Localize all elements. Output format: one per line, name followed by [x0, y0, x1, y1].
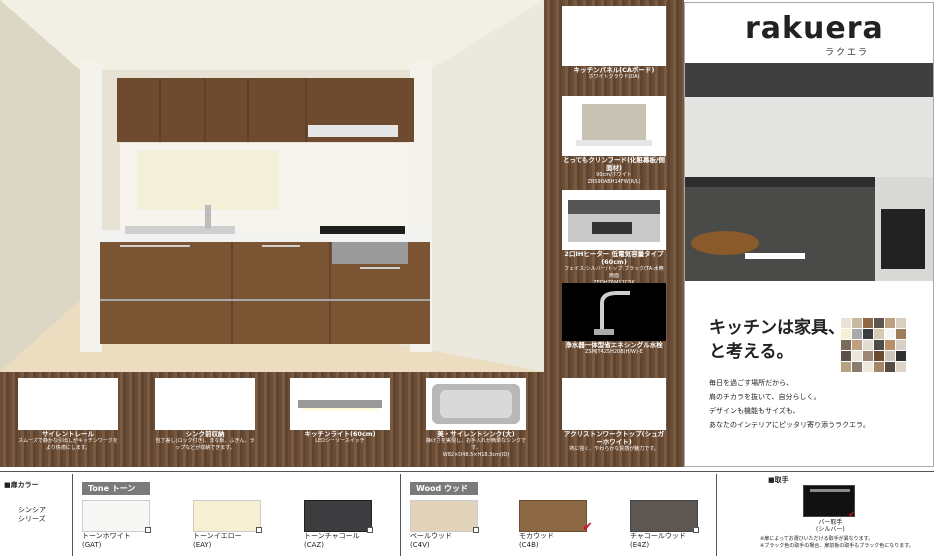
panel-image [562, 6, 666, 66]
divider [716, 474, 717, 556]
brand-body-line: デザインも機能もサイズも、 [709, 407, 800, 415]
panel-title: キッチンパネル(CAボード) [573, 66, 655, 74]
light-illustration [298, 400, 382, 411]
panel-image [155, 378, 255, 430]
feature-panel-silent-sink: 美・サイレントシンク(大) 静けさを実現し、お手入れが簡単なシンクです。 W82… [426, 378, 526, 459]
panel-sub: 静けさを実現し、お手入れが簡単なシンクです。 W82×D48.5×H18.3cm… [426, 438, 527, 458]
selected-check-icon: ✔ [582, 520, 593, 535]
panel-image [426, 378, 526, 430]
kitchen-render [0, 0, 544, 372]
kitchen-illustration [0, 0, 544, 372]
panel-title: キッチンライト(60cm) [304, 430, 376, 438]
feature-panel-kitchen-light: キッチンライト(60cm) LEDシーソースイッチ [290, 378, 390, 445]
panel-title: とってもクリンフード(化粧幕板/側面材) [563, 156, 665, 172]
divider [400, 474, 401, 556]
panel-sub: LEDシーソースイッチ [315, 438, 365, 444]
swatch-chip [630, 500, 698, 532]
swatch-checkbox[interactable] [473, 527, 479, 533]
panel-title: 浄水器一体型省エネシングル水栓 [565, 341, 663, 349]
panel-sub: 熱に強く、やわらかな質感が魅力です。 [569, 446, 659, 452]
swatch-pale-wood[interactable]: ペールウッド (C4V) [410, 500, 478, 550]
panel-title: 2口IHヒーター 低電気容量タイプ(60cm) [564, 250, 664, 266]
brand-logo: rakuera [745, 11, 884, 46]
swatch-chip [193, 500, 261, 532]
brand-body-line: 毎日を過ごす場所だから、 [709, 379, 794, 387]
wood-group-header: Wood ウッド [410, 482, 478, 495]
handle-note: ※扉によってお選びいただける取手が異なります。 [760, 536, 874, 542]
swatch-tone-charcoal[interactable]: トーンチャコール (CAZ) [304, 500, 372, 550]
handle-label: ■取手 [768, 476, 789, 484]
panel-sub: 包丁差し(ロック付き)、まな板、ふきん、ラップなどが収納できます。 [155, 438, 255, 451]
swatch-code: (CAZ) [304, 541, 324, 549]
panel-image [562, 190, 666, 250]
door-color-label: ■扉カラー [4, 481, 39, 489]
swatch-name: ペールウッド [410, 532, 452, 540]
panel-image [562, 283, 666, 341]
feature-panel-sink-storage: シンク前収納 包丁差し(ロック付き)、まな板、ふきん、ラップなどが収納できます。 [155, 378, 255, 452]
panel-image [18, 378, 118, 430]
swatch-tone-white[interactable]: トーンホワイト (GAT) [82, 500, 150, 550]
color-grid-illustration [841, 318, 906, 372]
swatch-code: (E4Z) [630, 541, 650, 549]
swatch-mocha-wood[interactable]: モカウッド (C4B) [519, 500, 587, 550]
swatch-name: トーンホワイト [82, 532, 131, 540]
swatch-checkbox[interactable] [367, 527, 373, 533]
color-swatch-grid [841, 318, 907, 374]
panel-title: サイレントレール [42, 430, 94, 438]
swatch-chip [519, 500, 587, 532]
swatch-name: トーンチャコール [304, 532, 360, 540]
feature-panel-worktop: アクリストンワークトップ(シュガーホワイト) 熱に強く、やわらかな質感が魅力です… [562, 378, 666, 453]
brand-tagline-2: と考える。 [709, 342, 794, 362]
swatch-name: モカウッド [519, 532, 554, 540]
lifestyle-photo [685, 63, 933, 281]
feature-panel-silent-rail: サイレントレール スムーズで静かな引出しがキッチンワークをより快適にします。 [18, 378, 118, 452]
panel-title: アクリストンワークトップ(シュガーホワイト) [563, 430, 665, 446]
feature-panel-ih-heater: 2口IHヒーター 低電気容量タイプ(60cm) フェイス:シルバー/トップ:ブラ… [562, 190, 666, 287]
swatch-code: (C4V) [410, 541, 430, 549]
swatch-chip [82, 500, 150, 532]
door-color-table: ■扉カラー シンシア シリーズ Tone トーン Wood ウッド トーンホワイ… [0, 471, 934, 556]
brand-body-line: 肩のチカラを抜いて、自分らしく。 [709, 393, 821, 401]
brand-body-line: あなたのインテリアにピッタリ寄り添うラクエラ。 [709, 421, 870, 429]
brand-tagline-1: キッチンは家具、 [709, 318, 845, 338]
swatch-name: チャコールウッド [630, 532, 686, 540]
swatch-chip [410, 500, 478, 532]
panel-sub: スムーズで静かな引出しがキッチンワークをより快適にします。 [18, 438, 118, 451]
panel-image [562, 378, 666, 430]
ih-heater-illustration [568, 200, 660, 242]
swatch-tone-yellow[interactable]: トーンイエロー (EAY) [193, 500, 261, 550]
panel-image [562, 96, 666, 156]
handle-note: ※ブラック色の取手の場合、扉前板の取手もブラック色になります。 [760, 543, 914, 549]
divider [72, 474, 73, 556]
handle-selected-icon: ✔ [848, 510, 856, 520]
swatch-chip [304, 500, 372, 532]
panel-image [290, 378, 390, 430]
sink-illustration [432, 384, 520, 424]
swatch-charcoal-wood[interactable]: チャコールウッド (E4Z) [630, 500, 698, 550]
swatch-checkbox[interactable] [145, 527, 151, 533]
feature-panel-faucet: 浄水器一体型省エネシングル水栓 ZSMJT425H20B(H/W)-E [562, 283, 666, 356]
hood-illustration [576, 104, 652, 146]
swatch-name: トーンイエロー [193, 532, 242, 540]
series-label: シンシア シリーズ [18, 506, 46, 523]
swatch-code: (EAY) [193, 541, 212, 549]
swatch-code: (GAT) [82, 541, 102, 549]
swatch-checkbox[interactable] [693, 527, 699, 533]
feature-panel-kitchen-panel: キッチンパネル(CAボード) ホワイトクラウド(DA) [562, 6, 666, 81]
panel-title: シンク前収納 [185, 430, 225, 438]
tone-group-header: Tone トーン [82, 482, 150, 495]
brand-panel: rakuera ラクエラ キッチンは家具、 と考える。 毎日を過ごす場所だから、… [684, 2, 934, 467]
faucet-illustration [594, 291, 630, 335]
handle-name: バー取手 (シルバー) [816, 519, 845, 533]
panel-sub: ZSMJT425H20B(H/W)-E [585, 349, 643, 355]
lifestyle-illustration [685, 63, 933, 281]
swatch-code: (C4B) [519, 541, 539, 549]
panel-title: 美・サイレントシンク(大) [437, 430, 515, 438]
feature-panel-hood: とってもクリンフード(化粧幕板/側面材) 90cm/ホワイト ZRS90ABH1… [562, 96, 666, 186]
swatch-checkbox[interactable] [256, 527, 262, 533]
bar-handle-icon [810, 489, 850, 492]
brand-logo-kana: ラクエラ [825, 48, 870, 58]
panel-sub: 90cm/ホワイト ZRS90ABH14FW(R/L) [587, 172, 641, 185]
panel-sub: ホワイトクラウド(DA) [588, 74, 640, 80]
